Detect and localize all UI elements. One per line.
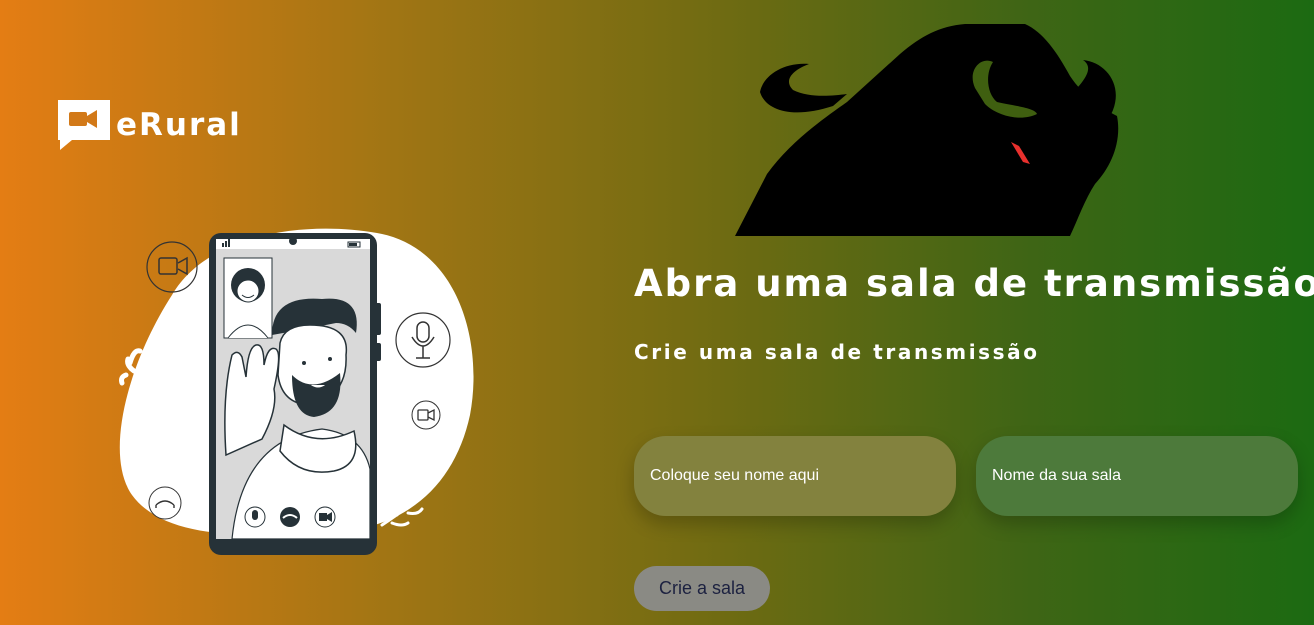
page-subtitle: Crie uma sala de transmissão xyxy=(634,340,1040,364)
page-title: Abra uma sala de transmissão xyxy=(634,262,1314,305)
microphone-bubble-icon xyxy=(395,312,451,368)
hangup-bubble-icon xyxy=(148,486,182,520)
small-camera-icon xyxy=(411,400,441,430)
video-chat-bubble-icon xyxy=(58,100,110,150)
front-camera xyxy=(289,237,297,245)
brand-logo: eRural xyxy=(56,98,242,152)
bull-mascot xyxy=(735,24,1119,236)
brand-name: eRural xyxy=(116,107,242,143)
room-name-input[interactable] xyxy=(976,436,1298,516)
name-input[interactable] xyxy=(634,436,956,516)
camera-bubble-icon xyxy=(146,241,198,293)
video-call-illustration xyxy=(119,228,474,555)
phone-side-button xyxy=(375,303,381,335)
bull-horn-left xyxy=(760,63,847,113)
create-room-button[interactable]: Crie a sala xyxy=(634,566,770,611)
phone-side-button xyxy=(375,343,381,361)
